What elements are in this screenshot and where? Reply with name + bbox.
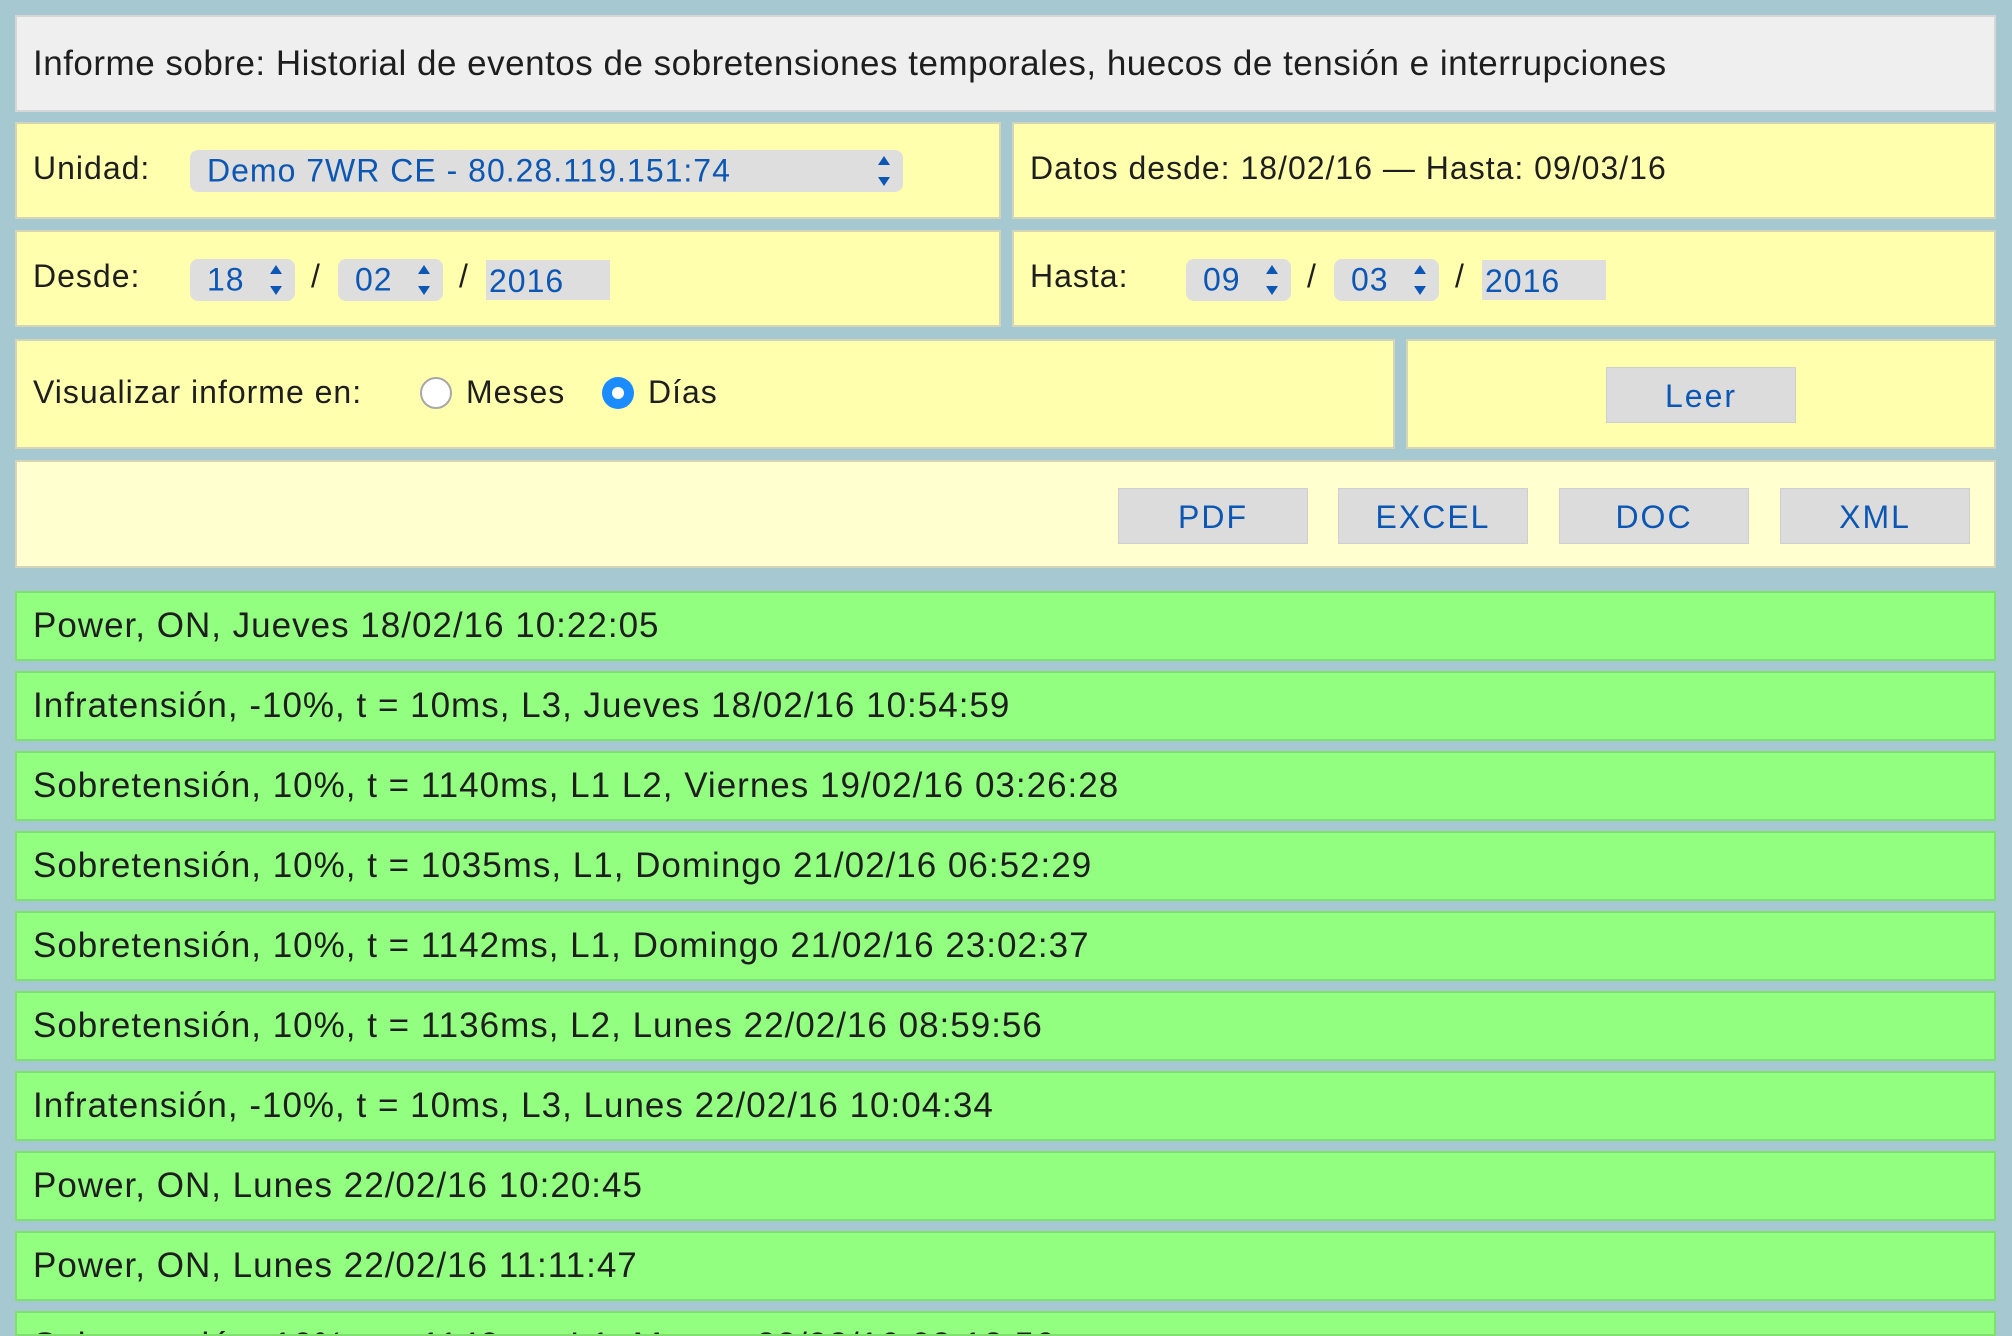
- select-arrows-icon: [1413, 265, 1427, 295]
- select-arrows-icon: [1265, 265, 1279, 295]
- event-row: Sobretensión, 10%, t = 1140ms, L1, Marte…: [15, 1311, 1996, 1336]
- select-arrows-icon: [877, 156, 891, 186]
- from-year-input[interactable]: 2016: [486, 260, 610, 300]
- data-range-text: Datos desde: 18/02/16 — Hasta: 09/03/16: [1030, 150, 1667, 186]
- view-mode-panel: Visualizar informe en: Meses Días: [15, 339, 1395, 449]
- date-separator: /: [459, 258, 468, 294]
- read-button[interactable]: Leer: [1606, 367, 1796, 423]
- event-row: Sobretensión, 10%, t = 1136ms, L2, Lunes…: [15, 991, 1996, 1061]
- unit-label: Unidad:: [33, 150, 151, 186]
- radio-days-label[interactable]: Días: [648, 374, 718, 411]
- read-panel: Leer: [1406, 339, 1996, 449]
- date-separator: /: [1455, 258, 1464, 294]
- to-day-value: 09: [1203, 261, 1241, 298]
- event-row: Power, ON, Jueves 18/02/16 10:22:05: [15, 591, 1996, 661]
- event-row: Infratensión, -10%, t = 10ms, L3, Jueves…: [15, 671, 1996, 741]
- export-pdf-button[interactable]: PDF: [1118, 488, 1308, 544]
- report-title: Informe sobre: Historial de eventos de s…: [15, 15, 1996, 112]
- export-xml-button[interactable]: XML: [1780, 488, 1970, 544]
- export-doc-button[interactable]: DOC: [1559, 488, 1749, 544]
- event-row: Infratensión, -10%, t = 10ms, L3, Lunes …: [15, 1071, 1996, 1141]
- event-row: Power, ON, Lunes 22/02/16 10:20:45: [15, 1151, 1996, 1221]
- from-label: Desde:: [33, 258, 141, 294]
- select-arrows-icon: [269, 265, 283, 295]
- view-label: Visualizar informe en:: [33, 374, 363, 410]
- event-row: Sobretensión, 10%, t = 1140ms, L1 L2, Vi…: [15, 751, 1996, 821]
- from-day-select[interactable]: 18: [190, 259, 295, 301]
- to-day-select[interactable]: 09: [1186, 259, 1291, 301]
- event-row: Sobretensión, 10%, t = 1035ms, L1, Domin…: [15, 831, 1996, 901]
- radio-days[interactable]: [602, 377, 634, 409]
- unit-panel: Unidad: Demo 7WR CE - 80.28.119.151:74: [15, 122, 1001, 219]
- radio-months-label[interactable]: Meses: [466, 374, 565, 411]
- to-label: Hasta:: [1030, 258, 1129, 294]
- to-date-panel: Hasta: 09 / 03 / 2016: [1012, 230, 1996, 327]
- select-arrows-icon: [417, 265, 431, 295]
- event-row: Sobretensión, 10%, t = 1142ms, L1, Domin…: [15, 911, 1996, 981]
- export-excel-button[interactable]: EXCEL: [1338, 488, 1528, 544]
- to-year-input[interactable]: 2016: [1482, 260, 1606, 300]
- report-page: Informe sobre: Historial de eventos de s…: [0, 0, 2012, 1336]
- to-month-value: 03: [1351, 261, 1389, 298]
- data-range-panel: Datos desde: 18/02/16 — Hasta: 09/03/16: [1012, 122, 1996, 219]
- export-panel: PDF EXCEL DOC XML: [15, 460, 1996, 568]
- to-month-select[interactable]: 03: [1334, 259, 1439, 301]
- from-day-value: 18: [207, 261, 245, 298]
- from-month-value: 02: [355, 261, 393, 298]
- date-separator: /: [311, 258, 320, 294]
- date-separator: /: [1307, 258, 1316, 294]
- radio-months[interactable]: [420, 377, 452, 409]
- event-row: Power, ON, Lunes 22/02/16 11:11:47: [15, 1231, 1996, 1301]
- unit-select-value: Demo 7WR CE - 80.28.119.151:74: [207, 152, 731, 189]
- from-date-panel: Desde: 18 / 02 / 2016: [15, 230, 1001, 327]
- unit-select[interactable]: Demo 7WR CE - 80.28.119.151:74: [190, 150, 903, 192]
- from-month-select[interactable]: 02: [338, 259, 443, 301]
